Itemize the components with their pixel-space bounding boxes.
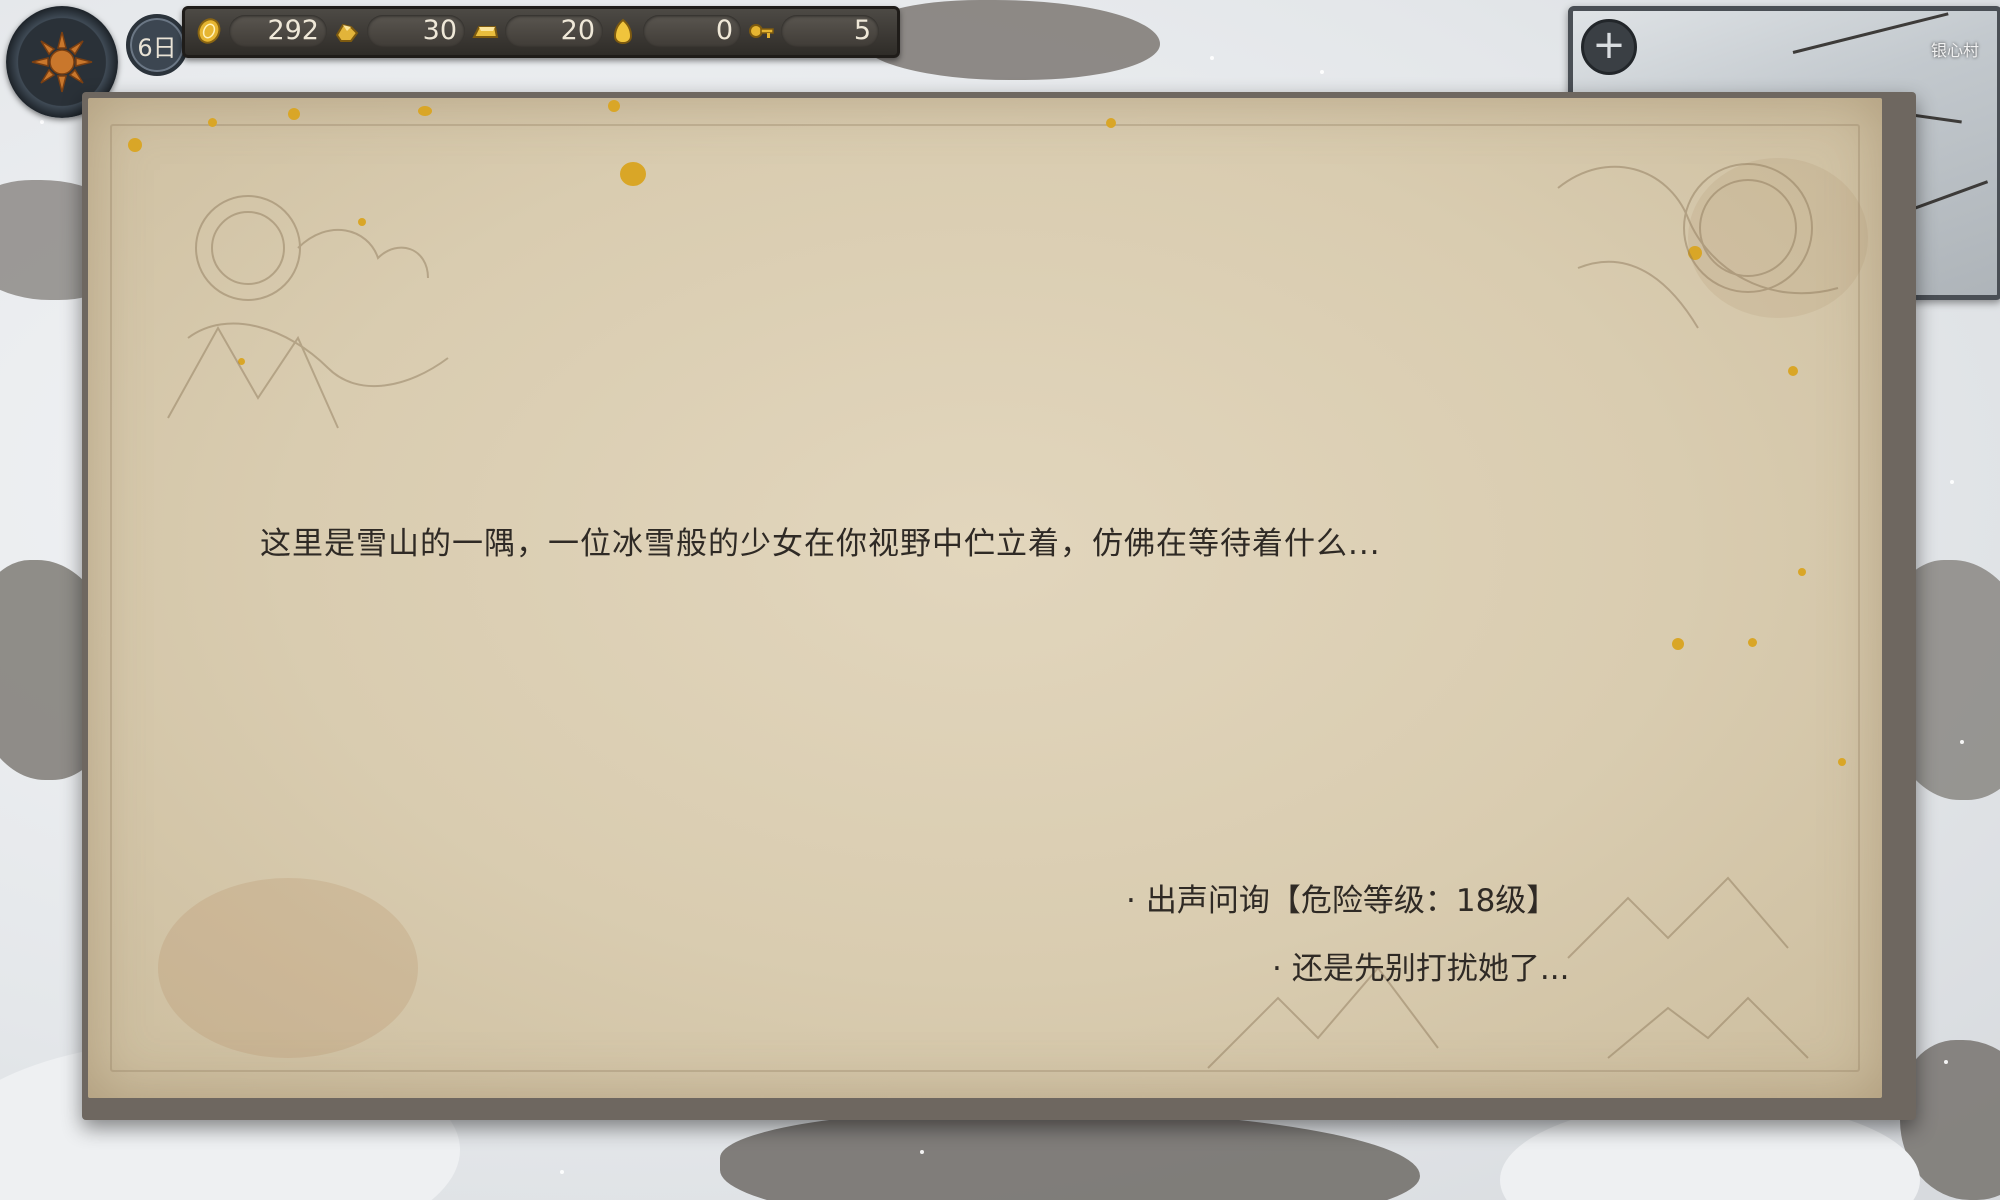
snowflake <box>40 120 44 124</box>
snowflake <box>1960 740 1964 744</box>
snowflake <box>1210 56 1214 60</box>
gold-fleck <box>418 106 432 116</box>
gold-fleck <box>608 100 620 112</box>
gold-fleck <box>288 108 300 120</box>
resource-value: 0 <box>643 15 741 47</box>
resource-value: 20 <box>505 15 603 47</box>
snowflake <box>920 1150 924 1154</box>
resource-value: 5 <box>781 15 879 47</box>
gold-fleck <box>1798 568 1806 576</box>
gold-fleck <box>620 162 646 186</box>
resource-value: 292 <box>229 15 327 47</box>
sun-ornament <box>1557 163 1839 329</box>
snowflake <box>560 1170 564 1174</box>
minimap-zoom-button[interactable]: + <box>1581 19 1637 75</box>
key-icon <box>749 24 774 38</box>
sun-icon <box>31 31 93 93</box>
minimap-location-label: 银心村 <box>1930 41 1979 60</box>
option-label: 出声问询【危险等级：18级】 <box>1145 883 1558 919</box>
gold-bar-icon <box>472 26 499 38</box>
snowflake <box>1950 480 1954 484</box>
event-description: 这里是雪山的一隅，一位冰雪般的少女在你视野中伫立着，仿佛在等待着什么... <box>260 526 1381 562</box>
moon-cloud-ornament <box>167 195 449 429</box>
parchment-stain <box>158 878 418 1058</box>
resource-value: 30 <box>367 15 465 47</box>
ore-icon <box>335 23 359 42</box>
option-leave-alone[interactable]: · 还是先别打扰她了... <box>1272 943 1569 988</box>
option-bullet: · <box>1272 951 1282 987</box>
rock <box>860 0 1160 80</box>
snowflake <box>1320 70 1324 74</box>
option-bullet: · <box>1126 883 1136 919</box>
gold-coin-icon <box>197 18 221 44</box>
gold-fleck <box>1672 638 1684 650</box>
resource-bar: 292 30 20 0 5 <box>182 6 900 58</box>
rock <box>720 1110 1420 1200</box>
day-counter: 6日 <box>126 14 188 76</box>
snowflake <box>1944 1060 1948 1064</box>
event-dialog: 这里是雪山的一隅，一位冰雪般的少女在你视野中伫立着，仿佛在等待着什么... · 出… <box>88 98 1882 1098</box>
option-label: 还是先别打扰她了... <box>1291 951 1570 987</box>
gold-ingot-icon <box>613 18 633 45</box>
option-ask-aloud[interactable]: · 出声问询【危险等级：18级】 <box>1126 875 1557 920</box>
gold-fleck <box>1838 758 1846 766</box>
gold-fleck <box>208 118 217 127</box>
gold-fleck <box>1106 118 1116 128</box>
gold-fleck <box>1748 638 1757 647</box>
